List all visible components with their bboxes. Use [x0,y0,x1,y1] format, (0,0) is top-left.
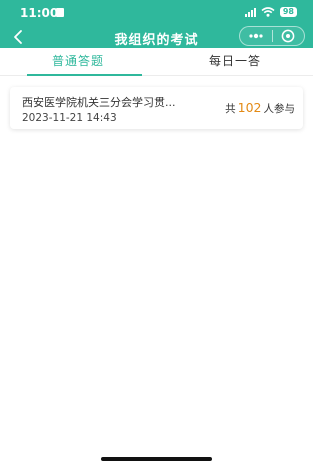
battery-icon: 98 [279,7,297,17]
signal-icon [244,7,256,17]
tab-daily-quiz[interactable]: 每日一答 [157,48,313,75]
sim-card-icon [56,8,64,17]
tab-normal-quiz[interactable]: 普通答题 [0,48,156,75]
status-bar: 11:00 98 [0,0,313,26]
app-header: 11:00 98 我组织的考试 [0,0,313,48]
exam-title: 西安医学院机关三分会学习贯... [22,96,176,109]
exam-time: 2023-11-21 14:43 [22,112,117,124]
exam-card[interactable]: 西安医学院机关三分会学习贯... 2023-11-21 14:43 共 102 … [10,87,303,129]
active-tab-indicator [27,74,142,76]
participant-prefix: 共 [225,103,236,115]
close-mini-program-button[interactable] [273,27,305,45]
participant-count: 共 102 人参与 [225,100,295,116]
nav-bar: 我组织的考试 [0,26,313,48]
home-indicator [101,457,212,461]
target-circle-icon [281,29,295,43]
participant-number: 102 [237,100,262,115]
status-time: 11:00 [20,6,59,20]
participant-suffix: 人参与 [263,103,296,115]
status-indicators: 98 [244,7,297,17]
mini-program-capsule [239,26,305,46]
wifi-icon [261,7,275,17]
more-button[interactable] [240,27,272,45]
tab-bar: 普通答题 每日一答 [0,48,313,76]
more-dots-icon [249,33,263,39]
